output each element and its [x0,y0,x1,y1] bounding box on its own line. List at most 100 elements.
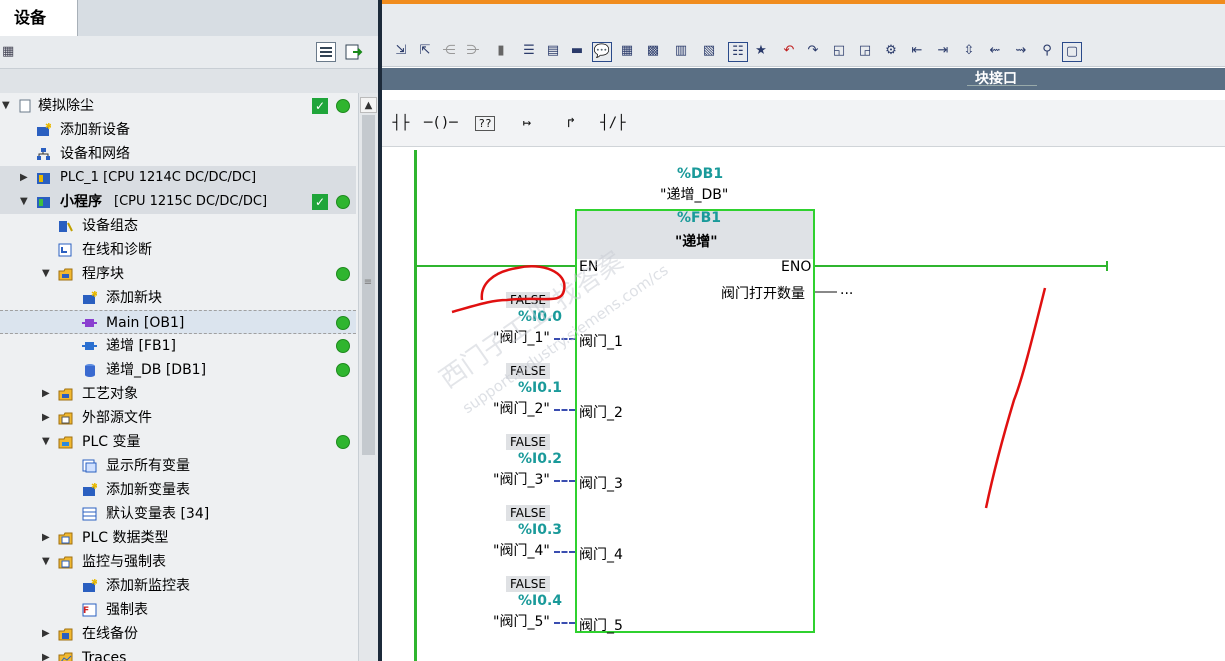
tree-item-program-blocks[interactable]: ▼ 程序块 [0,262,356,286]
folder-icon [58,388,73,401]
tree-item-label: 在线备份 [82,626,138,642]
program-editor: ⇲ ⇱ ⋲ ⋺ ▮ ☰ ▤ ▬ 💬 ▦ ▩ ▥ ▧ ☷ ★ ↶ ↷ ◱ ◲ ⚙ … [382,0,1225,661]
status-ok-icon [336,316,350,330]
folder-icon [58,532,73,545]
check-icon: ✓ [312,194,328,210]
status-ok-icon [336,195,350,209]
red-circle-annotation [451,265,566,314]
tree-item-db1[interactable]: 递增_DB [DB1] [0,358,356,382]
folder-icon [58,556,73,569]
tree-scrollbar[interactable]: ▲ ≡ [358,93,379,661]
tree-item-label: 添加新监控表 [106,578,190,594]
tree-item-main-ob1[interactable]: Main [OB1] [0,310,356,334]
tree-item-label: 外部源文件 [82,410,152,426]
tree-item-tech-objects[interactable]: ▶ 工艺对象 [0,382,356,406]
collapse-arrow-icon[interactable]: ▼ [42,262,52,286]
collapse-arrow-icon[interactable]: ▼ [42,550,52,574]
project-tree-panel: 设备 ▦ ▼ 模拟除尘 ✓ ✱ 添加新设备 设备和网络 ▶ PLC_1 [CPU… [0,0,380,661]
tree-item-add-tag-table[interactable]: ✱ 添加新变量表 [0,478,356,502]
tree-item-label: 设备组态 [82,218,138,234]
svg-text:✱: ✱ [91,291,97,300]
expand-arrow-icon[interactable]: ▶ [42,526,52,550]
tree-item-label: 添加新块 [106,290,162,306]
expand-arrow-icon[interactable]: ▼ [2,94,12,118]
tree-item-label: Main [OB1] [106,315,185,331]
db-block-icon [85,364,95,377]
tree-item-online-diag[interactable]: 在线和诊断 [0,238,356,262]
annotation-overlay [451,265,1047,509]
tree-item-label: 工艺对象 [82,386,138,402]
list-icon [320,47,332,57]
tree-toolbar: ▦ [0,36,380,69]
tree-item-device-config[interactable]: 设备组态 [0,214,356,238]
tree-item-force-table[interactable]: F 强制表 [0,598,356,622]
plc-icon [37,173,50,184]
tree-item-label: 在线和诊断 [82,242,152,258]
export-icon [345,44,363,60]
folder-icon [58,436,73,449]
svg-text:F: F [83,606,89,616]
tree-item-add-watch-table[interactable]: ✱ 添加新监控表 [0,574,356,598]
tree-item-label: PLC_1 [CPU 1214C DC/DC/DC] [60,170,257,185]
list-view-button[interactable] [316,42,336,62]
expand-arrow-icon[interactable]: ▶ [42,646,52,661]
scroll-up-icon[interactable]: ▲ [360,97,377,113]
tree-item-plc-tags[interactable]: ▼ PLC 变量 [0,430,356,454]
collapse-arrow-icon[interactable]: ▼ [42,430,52,454]
tree-item-label: 强制表 [106,602,148,618]
tree-item-online-backup[interactable]: ▶ 在线备份 [0,622,356,646]
tree-item-devices-networks[interactable]: 设备和网络 [0,142,356,166]
tab-devices[interactable]: 设备 [0,0,78,36]
tree-item-label: 添加新变量表 [106,482,190,498]
tree-item-label: Traces [82,650,127,661]
tree-item-label: 模拟除尘 [38,98,94,114]
project-icon [19,99,31,113]
add-tag-table-icon: ✱ [83,483,97,496]
expand-arrow-icon[interactable]: ▶ [42,382,52,406]
tree-item-label: 默认变量表 [34] [106,506,210,522]
tree-item-watch-force[interactable]: ▼ 监控与强制表 [0,550,356,574]
tree-item-small-program[interactable]: ▼ 小程序 [CPU 1215C DC/DC/DC] ✓ [0,190,356,214]
tree-item-add-block[interactable]: ✱ 添加新块 [0,286,356,310]
expand-arrow-icon[interactable]: ▶ [42,622,52,646]
tree-item-label: 监控与强制表 [82,554,166,570]
status-ok-icon [336,339,350,353]
folder-icon [58,412,73,425]
status-ok-icon [336,363,350,377]
tree-item-label: 设备和网络 [60,146,130,162]
red-line-annotation [984,287,1047,509]
add-watch-table-icon: ✱ [83,579,97,592]
collapse-arrow-icon[interactable]: ▼ [20,190,30,214]
tree-item-external-sources[interactable]: ▶ 外部源文件 [0,406,356,430]
status-ok-icon [336,99,350,113]
tree-item-label: 递增 [FB1] [106,338,176,354]
tree-item-label: 小程序 [60,194,102,210]
expand-arrow-icon[interactable]: ▶ [20,166,30,190]
plc-icon [37,197,50,208]
tag-table-icon [82,459,97,473]
tree-item-label: 程序块 [82,266,124,282]
tree-item-label: 递增_DB [DB1] [106,362,207,378]
check-icon: ✓ [312,98,328,114]
tree-item-add-device[interactable]: ✱ 添加新设备 [0,118,356,142]
tree-item-plc-data-types[interactable]: ▶ PLC 数据类型 [0,526,356,550]
tree-item-plc1[interactable]: ▶ PLC_1 [CPU 1214C DC/DC/DC] [0,166,356,190]
folder-icon [58,628,73,641]
tree-item-show-all-tags[interactable]: 显示所有变量 [0,454,356,478]
tree-item-traces[interactable]: ▶ Traces [0,646,356,661]
tree-item-fb1[interactable]: 递增 [FB1] [0,334,356,358]
device-view-icon[interactable]: ▦ [2,44,14,59]
tree-header-stripe [0,69,380,93]
ob-block-icon [82,319,97,327]
status-ok-icon [336,267,350,281]
status-ok-icon [336,435,350,449]
tree-item-suffix: [CPU 1215C DC/DC/DC] [114,194,268,209]
expand-arrow-icon[interactable]: ▶ [42,406,52,430]
tree-item-default-tag-table[interactable]: 默认变量表 [34] [0,502,356,526]
export-button[interactable] [344,42,364,62]
folder-icon [58,652,73,661]
tree-item-project[interactable]: ▼ 模拟除尘 ✓ [0,94,356,118]
tree-item-label: 添加新设备 [60,122,130,138]
fb-block-icon [82,342,97,350]
grip-icon: ≡ [363,277,373,288]
